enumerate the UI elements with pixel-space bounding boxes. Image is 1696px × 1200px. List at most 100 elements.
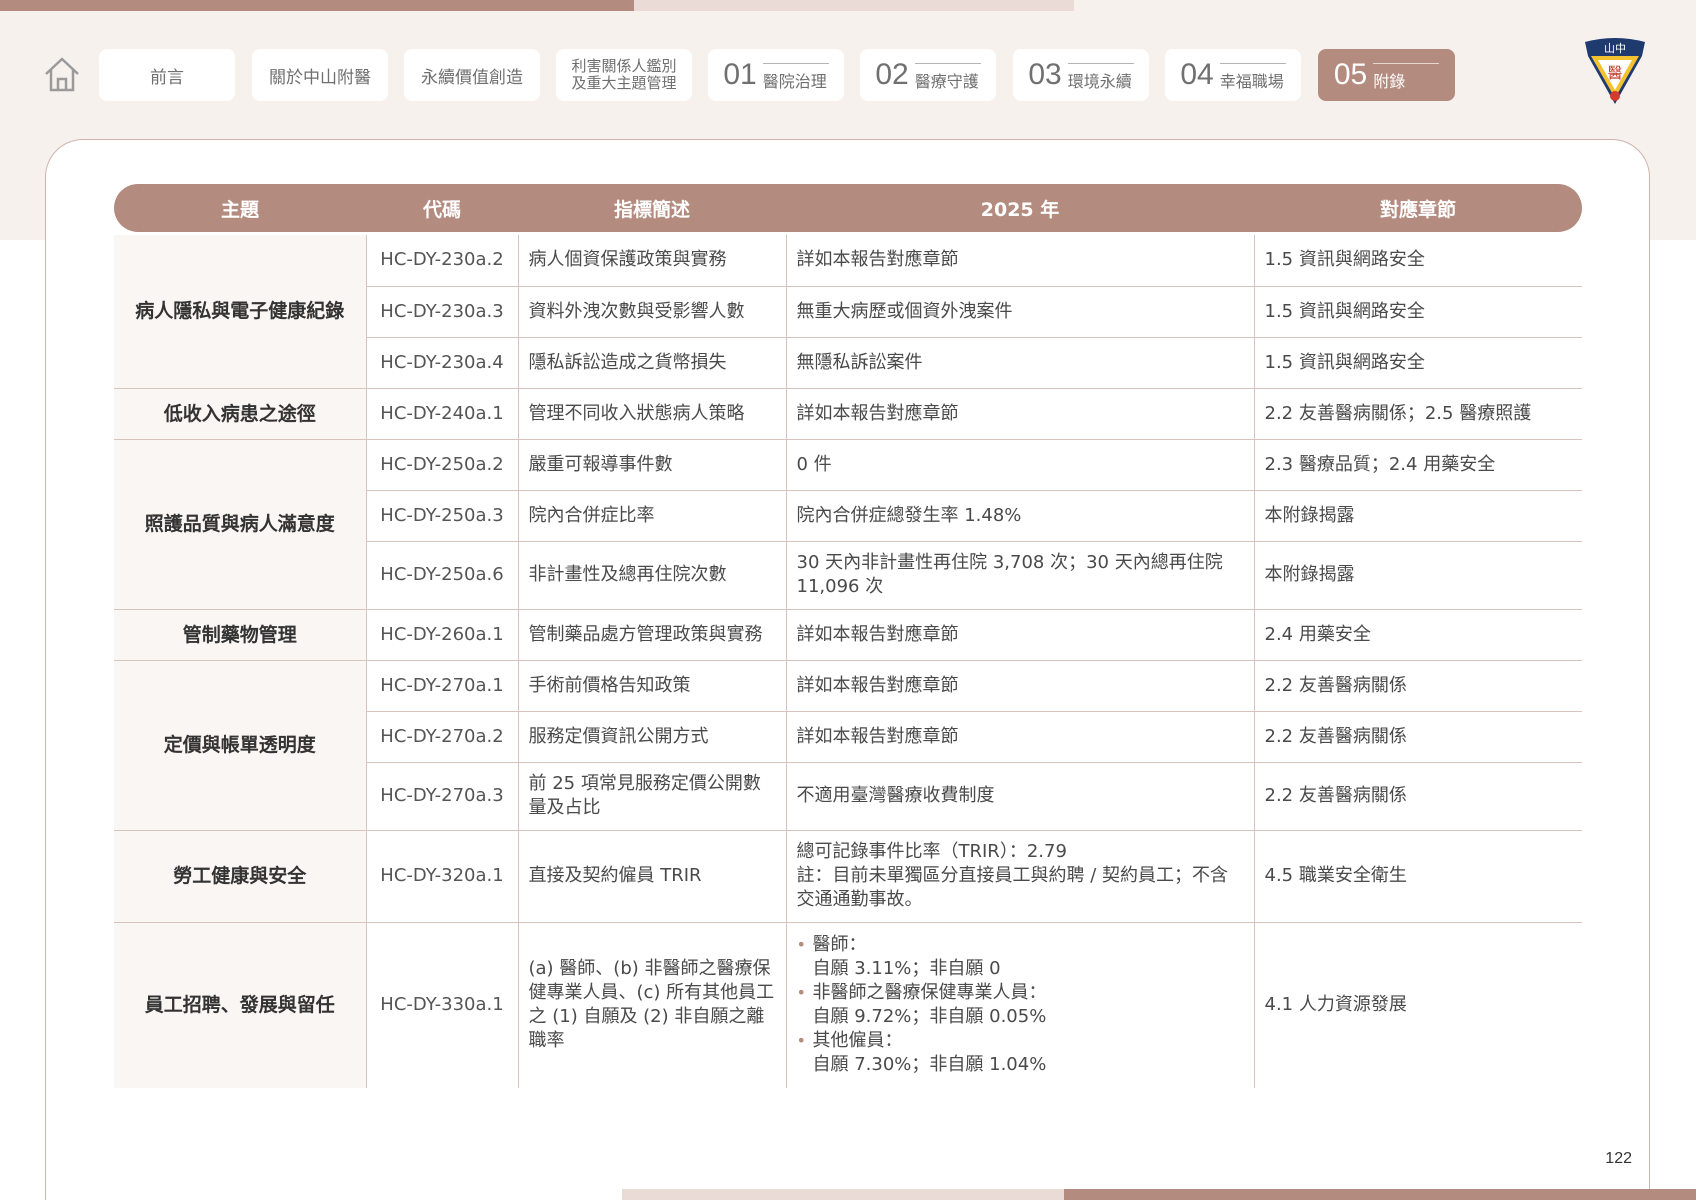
header-topic: 主題: [114, 184, 366, 232]
topic-cell: 定價與帳單透明度: [114, 660, 366, 831]
desc-cell: 病人個資保護政策與實務: [517, 235, 786, 287]
top-accent-bar: [0, 0, 634, 11]
nav-tab-04[interactable]: 04 幸福職場: [1165, 49, 1301, 101]
code-cell: HC-DY-250a.3: [365, 490, 518, 542]
turnover-list: 醫師： 自願 3.11%；非自願 0 非醫師之醫療保健專業人員： 自願 9.72…: [797, 933, 1244, 1077]
list-item-detail: 自願 3.11%；非自願 0: [812, 958, 1001, 980]
top-accent-bar-light: [634, 0, 1074, 11]
table-row: 定價與帳單透明度 HC-DY-270a.1 手術前價格告知政策 詳如本報告對應章…: [114, 660, 1582, 831]
desc-cell: 前 25 項常見服務定價公開數量及占比: [517, 762, 786, 831]
table-row: 低收入病患之途徑 HC-DY-240a.1 管理不同收入狀態病人策略 詳如本報告…: [114, 388, 1582, 440]
topic-cell: 管制藥物管理: [114, 609, 366, 661]
value-cell: 總可記錄事件比率（TRIR）：2.79 註：目前未單獨區分直接員工與約聘 / 契…: [785, 830, 1254, 923]
desc-cell: 嚴重可報導事件數: [517, 439, 786, 491]
list-item: 醫師： 自願 3.11%；非自願 0: [797, 933, 1244, 981]
value-cell: 30 天內非計畫性再住院 3,708 次；30 天內總再住院 11,096 次: [785, 541, 1254, 610]
nav-tab-stakeholders[interactable]: 利害關係人鑑別 及重大主題管理: [556, 49, 692, 101]
value-note: 註：目前未單獨區分直接員工與約聘 / 契約員工；不含交通通勤事故。: [796, 865, 1229, 910]
list-item-title: 非醫師之醫療保健專業人員：: [812, 982, 1047, 1004]
nav-tab-02[interactable]: 02 醫療守護: [860, 49, 996, 101]
nav-tab-label: 永續價值創造: [421, 67, 523, 88]
chapter-cell: 1.5 資訊與網路安全: [1253, 235, 1582, 287]
value-cell: 無隱私訴訟案件: [785, 337, 1254, 389]
list-item-title: 醫師：: [812, 934, 867, 956]
value-cell: 詳如本報告對應章節: [785, 660, 1254, 712]
code-cell: HC-DY-230a.4: [365, 337, 518, 389]
nav-tab-label: 關於中山附醫: [269, 67, 371, 88]
topic-cell: 勞工健康與安全: [114, 830, 366, 923]
topic-cell: 病人隱私與電子健康紀錄: [114, 235, 366, 389]
value-cell: 詳如本報告對應章節: [785, 609, 1254, 661]
value-cell: 0 件: [785, 439, 1254, 491]
page-number: 122: [1605, 1150, 1632, 1167]
nav-tab-value-creation[interactable]: 永續價值創造: [404, 49, 540, 101]
desc-cell: 直接及契約僱員 TRIR: [517, 830, 786, 923]
table-row: 管制藥物管理 HC-DY-260a.1 管制藥品處方管理政策與實務 詳如本報告對…: [114, 609, 1582, 661]
chapter-cell: 本附錄揭露: [1253, 541, 1582, 610]
value-cell: 無重大病歷或個資外洩案件: [785, 286, 1254, 338]
nav-tab-number: 03: [1028, 58, 1062, 91]
value-cell: 不適用臺灣醫療收費制度: [785, 762, 1254, 831]
header-description: 指標簡述: [518, 184, 786, 232]
nav-tab-01[interactable]: 01 醫院治理: [708, 49, 844, 101]
chapter-cell: 1.5 資訊與網路安全: [1253, 286, 1582, 338]
desc-cell: 隱私訴訟造成之貨幣損失: [517, 337, 786, 389]
header-chapter: 對應章節: [1254, 184, 1582, 232]
desc-cell: 資料外洩次數與受影響人數: [517, 286, 786, 338]
desc-cell: (a) 醫師、(b) 非醫師之醫療保健專業人員、(c) 所有其他員工之 (1) …: [517, 922, 786, 1088]
list-item-detail: 自願 7.30%；非自願 1.04%: [812, 1054, 1047, 1076]
chapter-cell: 2.3 醫療品質；2.4 用藥安全: [1253, 439, 1582, 491]
sasb-index-table: 主題 代碼 指標簡述 2025 年 對應章節 病人隱私與電子健康紀錄 HC-DY…: [114, 184, 1582, 1088]
code-cell: HC-DY-230a.2: [365, 235, 518, 287]
value-cell: 院內合併症總發生率 1.48%: [785, 490, 1254, 542]
chapter-cell: 2.2 友善醫病關係: [1253, 711, 1582, 763]
desc-cell: 院內合併症比率: [517, 490, 786, 542]
table-row: 病人隱私與電子健康紀錄 HC-DY-230a.2 病人個資保護政策與實務 詳如本…: [114, 235, 1582, 389]
nav-tab-label-line1: 利害關係人鑑別: [571, 57, 677, 75]
chapter-cell: 4.1 人力資源發展: [1253, 922, 1582, 1088]
list-item: 其他僱員： 自願 7.30%；非自願 1.04%: [797, 1029, 1244, 1077]
list-item-detail: 自願 9.72%；非自願 0.05%: [812, 1006, 1047, 1028]
chapter-cell: 本附錄揭露: [1253, 490, 1582, 542]
nav-tab-03[interactable]: 03 環境永續: [1013, 49, 1149, 101]
nav-tab-label: 附錄: [1373, 72, 1406, 91]
code-cell: HC-DY-230a.3: [365, 286, 518, 338]
nav-tab-number: 05: [1333, 58, 1368, 91]
value-cell: 詳如本報告對應章節: [785, 711, 1254, 763]
chapter-cell: 1.5 資訊與網路安全: [1253, 337, 1582, 389]
logo-lettering: 山中: [1604, 42, 1626, 55]
bottom-accent-bar: [1064, 1189, 1696, 1200]
nav-tab-label: 醫療守護: [914, 72, 979, 91]
nav-tab-label: 醫院治理: [762, 72, 827, 91]
nav-tab-number: 02: [875, 58, 909, 91]
code-cell: HC-DY-260a.1: [365, 609, 518, 661]
list-item-title: 其他僱員：: [812, 1030, 903, 1052]
value-cell: 詳如本報告對應章節: [785, 235, 1254, 287]
chapter-cell: 2.2 友善醫病關係；2.5 醫療照護: [1253, 388, 1582, 440]
nav-tab-about[interactable]: 關於中山附醫: [252, 49, 388, 101]
code-cell: HC-DY-250a.6: [365, 541, 518, 610]
nav-tab-preface[interactable]: 前言: [99, 49, 235, 101]
bottom-accent-bar-light: [622, 1189, 1064, 1200]
chapter-cell: 2.4 用藥安全: [1253, 609, 1582, 661]
value-line: 總可記錄事件比率（TRIR）：2.79: [796, 841, 1067, 862]
topic-cell: 照護品質與病人滿意度: [114, 439, 366, 610]
code-cell: HC-DY-270a.2: [365, 711, 518, 763]
value-cell: 醫師： 自願 3.11%；非自願 0 非醫師之醫療保健專業人員： 自願 9.72…: [785, 922, 1254, 1088]
logo-mark: 醫: [1607, 64, 1622, 82]
chapter-cell: 2.2 友善醫病關係: [1253, 762, 1582, 831]
nav-tab-number: 01: [723, 58, 757, 91]
nav-tab-label: 前言: [150, 67, 184, 88]
code-cell: HC-DY-270a.1: [365, 660, 518, 712]
value-cell: 詳如本報告對應章節: [785, 388, 1254, 440]
home-icon[interactable]: [42, 54, 82, 94]
hospital-logo: 山中 醫: [1582, 36, 1648, 108]
table-row: 員工招聘、發展與留任 HC-DY-330a.1 (a) 醫師、(b) 非醫師之醫…: [114, 922, 1582, 1088]
table-header-row: 主題 代碼 指標簡述 2025 年 對應章節: [114, 184, 1582, 232]
desc-cell: 管理不同收入狀態病人策略: [517, 388, 786, 440]
nav-tab-05-active[interactable]: 05 附錄: [1318, 49, 1455, 101]
code-cell: HC-DY-240a.1: [365, 388, 518, 440]
code-cell: HC-DY-330a.1: [365, 922, 518, 1088]
desc-cell: 服務定價資訊公開方式: [517, 711, 786, 763]
nav-tab-label: 環境永續: [1067, 72, 1132, 91]
